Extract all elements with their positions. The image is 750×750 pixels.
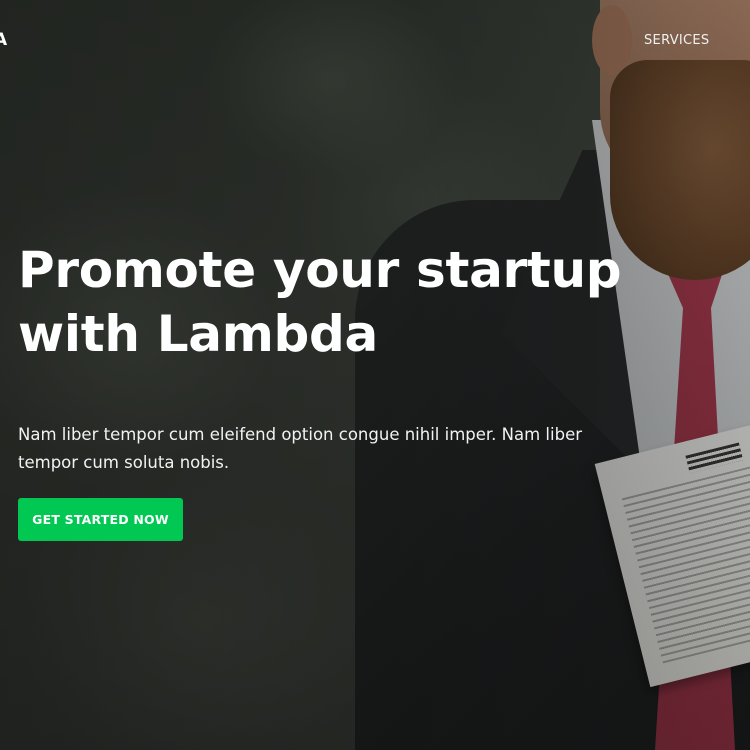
get-started-button[interactable]: GET STARTED NOW [18,498,183,541]
hero-dark-overlay [0,0,750,750]
hero-description: Nam liber tempor cum eleifend option con… [18,425,583,472]
nav-link-services[interactable]: SERVICES [644,33,709,48]
brand-logo[interactable]: A [0,30,7,50]
hero-section: A SERVICES Promote your startup with Lam… [0,0,750,750]
hero-headline: Promote your startup with Lambda [18,241,622,363]
